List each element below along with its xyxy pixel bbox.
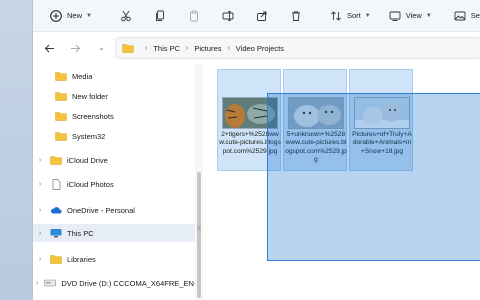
computer-icon	[50, 228, 62, 239]
folder-icon	[50, 254, 62, 265]
share-icon[interactable]	[256, 10, 268, 22]
sort-icon	[330, 10, 342, 22]
copy-icon[interactable]	[154, 10, 166, 22]
sidebar-item-system32[interactable]: System32	[33, 127, 195, 145]
expand-chevron-icon[interactable]: ›	[36, 181, 44, 188]
sidebar-item-media[interactable]: Media	[33, 67, 195, 85]
address-bar[interactable]: › This PC › Pictures › Video Projects	[115, 37, 480, 59]
folder-icon	[122, 43, 134, 53]
selection-rectangle	[267, 93, 480, 261]
sidebar-item-label: New folder	[72, 91, 108, 101]
sidebar-item-label: Libraries	[67, 254, 96, 264]
expand-chevron-icon[interactable]: ›	[36, 157, 44, 164]
chevron-down-icon: ▼	[425, 12, 432, 19]
new-button[interactable]: New ▼	[45, 5, 97, 27]
sort-button-label: Sort	[346, 11, 361, 20]
sidebar-scrollbar-thumb[interactable]	[197, 172, 201, 298]
set-as-background-button[interactable]: Set as background	[449, 5, 480, 27]
folder-icon	[55, 91, 67, 102]
pane-resize-grip-icon[interactable]: ≡	[197, 226, 201, 232]
chevron-down-icon: ▼	[86, 12, 92, 19]
sidebar-item-onedrive-personal[interactable]: › OneDrive - Personal	[33, 201, 195, 219]
delete-icon[interactable]	[290, 10, 302, 22]
view-button[interactable]: View ▼	[384, 5, 437, 27]
command-bar: New ▼ Sort ▼ View ▼ Se	[33, 0, 480, 32]
sidebar-item-screenshots[interactable]: Screenshots	[33, 107, 195, 125]
folder-icon	[55, 111, 67, 122]
breadcrumb-this-pc[interactable]: This PC	[153, 44, 180, 53]
expand-chevron-icon[interactable]: ›	[36, 230, 44, 237]
document-icon	[50, 178, 62, 190]
set-as-background-label: Set as background	[470, 11, 480, 20]
breadcrumb-pictures[interactable]: Pictures	[194, 44, 221, 53]
sidebar-item-libraries[interactable]: › Libraries	[33, 250, 195, 268]
sidebar-item-label: iCloud Photos	[67, 179, 114, 189]
icloud-drive-icon	[50, 155, 62, 166]
sidebar-item-label: DVD Drive (D:) CCCOMA_X64FRE_EN-GE	[61, 278, 195, 288]
desktop-background	[0, 0, 32, 300]
folder-icon	[55, 71, 67, 82]
image-icon	[454, 10, 466, 22]
plus-icon	[50, 9, 62, 22]
new-button-label: New	[67, 11, 83, 20]
sidebar-item-label: iCloud Drive	[67, 155, 108, 165]
navigation-pane: Media New folder Screenshots System32 › …	[33, 64, 203, 300]
sort-button[interactable]: Sort ▼	[325, 5, 376, 27]
chevron-right-icon: ›	[145, 44, 148, 52]
cut-icon[interactable]	[120, 10, 132, 22]
expand-chevron-icon[interactable]: ›	[36, 280, 38, 287]
navigation-bar: ⌄ › This PC › Pictures › Video Projects	[33, 33, 480, 63]
expand-chevron-icon[interactable]: ›	[36, 207, 44, 214]
expand-chevron-icon[interactable]: ›	[36, 256, 44, 263]
sidebar-item-label: OneDrive - Personal	[67, 205, 135, 215]
view-icon	[389, 10, 401, 22]
folder-icon	[55, 131, 67, 142]
view-button-label: View	[405, 11, 422, 20]
sidebar-item-label: This PC	[67, 228, 94, 238]
dvd-drive-icon	[44, 278, 57, 289]
sidebar-item-this-pc[interactable]: › This PC	[33, 224, 195, 242]
chevron-right-icon: ›	[227, 44, 230, 52]
file-list: 2+tigers+%2528www.cute-pictures.blogspot…	[203, 64, 480, 300]
sidebar-item-label: System32	[72, 131, 106, 141]
paste-icon[interactable]	[188, 10, 200, 22]
sidebar-item-new-folder[interactable]: New folder	[33, 87, 195, 105]
chevron-down-icon: ▼	[364, 12, 371, 19]
back-arrow-icon[interactable]	[43, 42, 56, 55]
sidebar-item-label: Screenshots	[72, 111, 114, 121]
sidebar-item-label: Media	[72, 71, 93, 81]
file-explorer-window: New ▼ Sort ▼ View ▼ Se ⌄ › This PC › Pic…	[32, 0, 480, 300]
rename-icon[interactable]	[222, 10, 234, 22]
cloud-icon	[50, 205, 62, 216]
forward-arrow-icon[interactable]	[69, 42, 82, 55]
recent-locations-chevron-icon[interactable]: ⌄	[95, 42, 108, 55]
breadcrumb-video-projects[interactable]: Video Projects	[236, 44, 284, 53]
sidebar-item-icloud-drive[interactable]: › iCloud Drive	[33, 151, 195, 169]
sidebar-item-dvd-drive[interactable]: › DVD Drive (D:) CCCOMA_X64FRE_EN-GE	[33, 274, 195, 292]
chevron-right-icon: ›	[186, 44, 189, 52]
sidebar-scrollbar[interactable]	[195, 64, 203, 300]
sidebar-item-icloud-photos[interactable]: › iCloud Photos	[33, 175, 195, 193]
